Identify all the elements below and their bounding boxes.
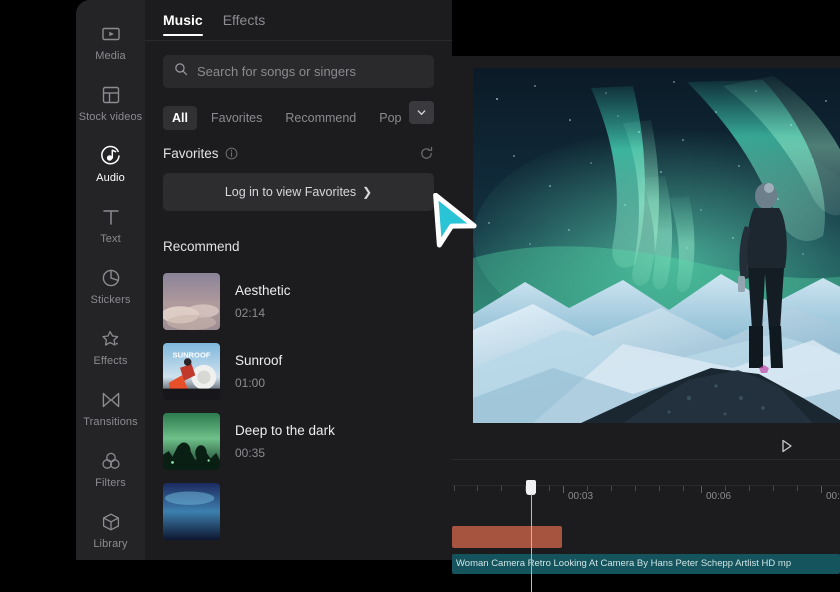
chip-all[interactable]: All [163,105,197,130]
audio-clip[interactable] [452,526,562,548]
refresh-icon[interactable] [419,146,434,161]
ocean-artwork [163,482,220,540]
song-thumbnail: SUNROOF [163,342,220,400]
preview-top-bar [452,0,840,56]
clouds-artwork [163,272,220,330]
left-tool-rail: Media Stock videos Audio Text Stickers E… [76,0,145,560]
ruler-label: 00:06 [706,491,732,502]
search-wrapper [145,41,452,88]
video-editor-app: 00:03 00:06 00:0 Woman Camera Retro Look… [0,0,840,592]
song-thumbnail [163,412,220,470]
chip-favorites[interactable]: Favorites [202,106,271,130]
ruler-label: 00:03 [568,491,594,502]
effects-icon [100,328,122,350]
song-duration: 01:00 [235,375,266,390]
list-item[interactable]: SUNROOF Sunroof 01:00 [163,336,434,406]
sidebar-item-label: Effects [93,355,128,367]
list-item[interactable]: Deep to the dark 00:35 [163,406,434,476]
filters-icon [100,450,122,472]
song-thumbnail [163,482,220,540]
filter-chips: All Favorites Recommend Pop R [145,88,452,134]
sidebar-item-effects[interactable]: Effects [76,317,145,378]
audio-icon [100,145,122,167]
playhead-line [530,494,532,592]
playhead-handle[interactable] [526,480,536,495]
tab-effects[interactable]: Effects [223,0,266,41]
song-meta: Aesthetic 02:14 [235,283,291,320]
login-to-view-favorites-button[interactable]: Log in to view Favorites ❯ [163,173,434,211]
timeline-panel: 00:03 00:06 00:0 Woman Camera Retro Look… [452,432,840,592]
chevron-down-icon[interactable] [409,101,434,124]
search-input[interactable] [197,64,423,79]
song-title: Aesthetic [235,282,291,298]
stock-videos-icon [100,84,122,106]
sidebar-item-library[interactable]: Library [76,500,145,561]
video-clip-label: Woman Camera Retro Looking At Camera By … [456,558,792,569]
search-icon [174,62,188,81]
stickers-icon [100,267,122,289]
music-panel: Music Effects All Favorites Recommend Po… [145,0,452,560]
song-title: Sunroof [235,352,283,368]
sidebar-item-label: Library [93,538,128,550]
song-meta: Deep to the dark 00:35 [235,423,335,460]
sidebar-item-label: Filters [95,477,126,489]
search-box[interactable] [163,55,434,88]
sunroof-artwork: SUNROOF [163,342,220,400]
ruler-label: 00:0 [826,491,840,502]
forest-artwork [163,412,220,470]
sidebar-item-stickers[interactable]: Stickers [76,256,145,317]
song-list: Aesthetic 02:14 SUNROOF Sunroof 01:00 De… [145,254,452,546]
sidebar-item-label: Audio [96,172,125,184]
sidebar-item-label: Stock videos [78,111,143,123]
login-button-label: Log in to view Favorites [224,185,357,199]
song-duration: 00:35 [235,445,266,460]
sidebar-item-label: Text [100,233,121,245]
sidebar-item-media[interactable]: Media [76,12,145,73]
sidebar-item-transitions[interactable]: Transitions [76,378,145,439]
chevron-right-icon: ❯ [362,185,373,199]
sidebar-item-label: Stickers [90,294,131,306]
tab-music[interactable]: Music [163,0,203,41]
recommend-title: Recommend [163,239,240,254]
play-icon[interactable] [779,438,795,454]
sidebar-item-text[interactable]: Text [76,195,145,256]
list-item[interactable] [163,476,434,546]
song-duration: 02:14 [235,305,266,320]
library-icon [100,511,122,533]
info-icon[interactable] [225,147,238,160]
media-icon [100,23,122,45]
favorites-title: Favorites [163,145,219,161]
sidebar-item-label: Transitions [83,416,138,428]
svg-text:SUNROOF: SUNROOF [173,350,211,359]
transitions-icon [100,389,122,411]
chip-recommend[interactable]: Recommend [276,106,365,130]
preview-area [452,0,840,432]
sidebar-item-audio[interactable]: Audio [76,134,145,195]
list-item[interactable]: Aesthetic 02:14 [163,266,434,336]
song-title: Deep to the dark [235,422,335,438]
timeline-toolbar [452,432,840,460]
timeline-ruler[interactable]: 00:03 00:06 00:0 [452,485,840,503]
chip-pop[interactable]: Pop [370,106,410,130]
sidebar-item-stock-videos[interactable]: Stock videos [76,73,145,134]
favorites-header: Favorites [145,134,452,164]
video-clip[interactable]: Woman Camera Retro Looking At Camera By … [452,554,840,574]
song-meta: Sunroof 01:00 [235,353,282,390]
video-preview[interactable] [473,68,840,423]
sidebar-item-filters[interactable]: Filters [76,439,145,500]
aurora-scene [473,68,840,423]
panel-tabs: Music Effects [145,0,452,41]
text-icon [100,206,122,228]
sidebar-item-label: Media [95,50,126,62]
song-thumbnail [163,272,220,330]
